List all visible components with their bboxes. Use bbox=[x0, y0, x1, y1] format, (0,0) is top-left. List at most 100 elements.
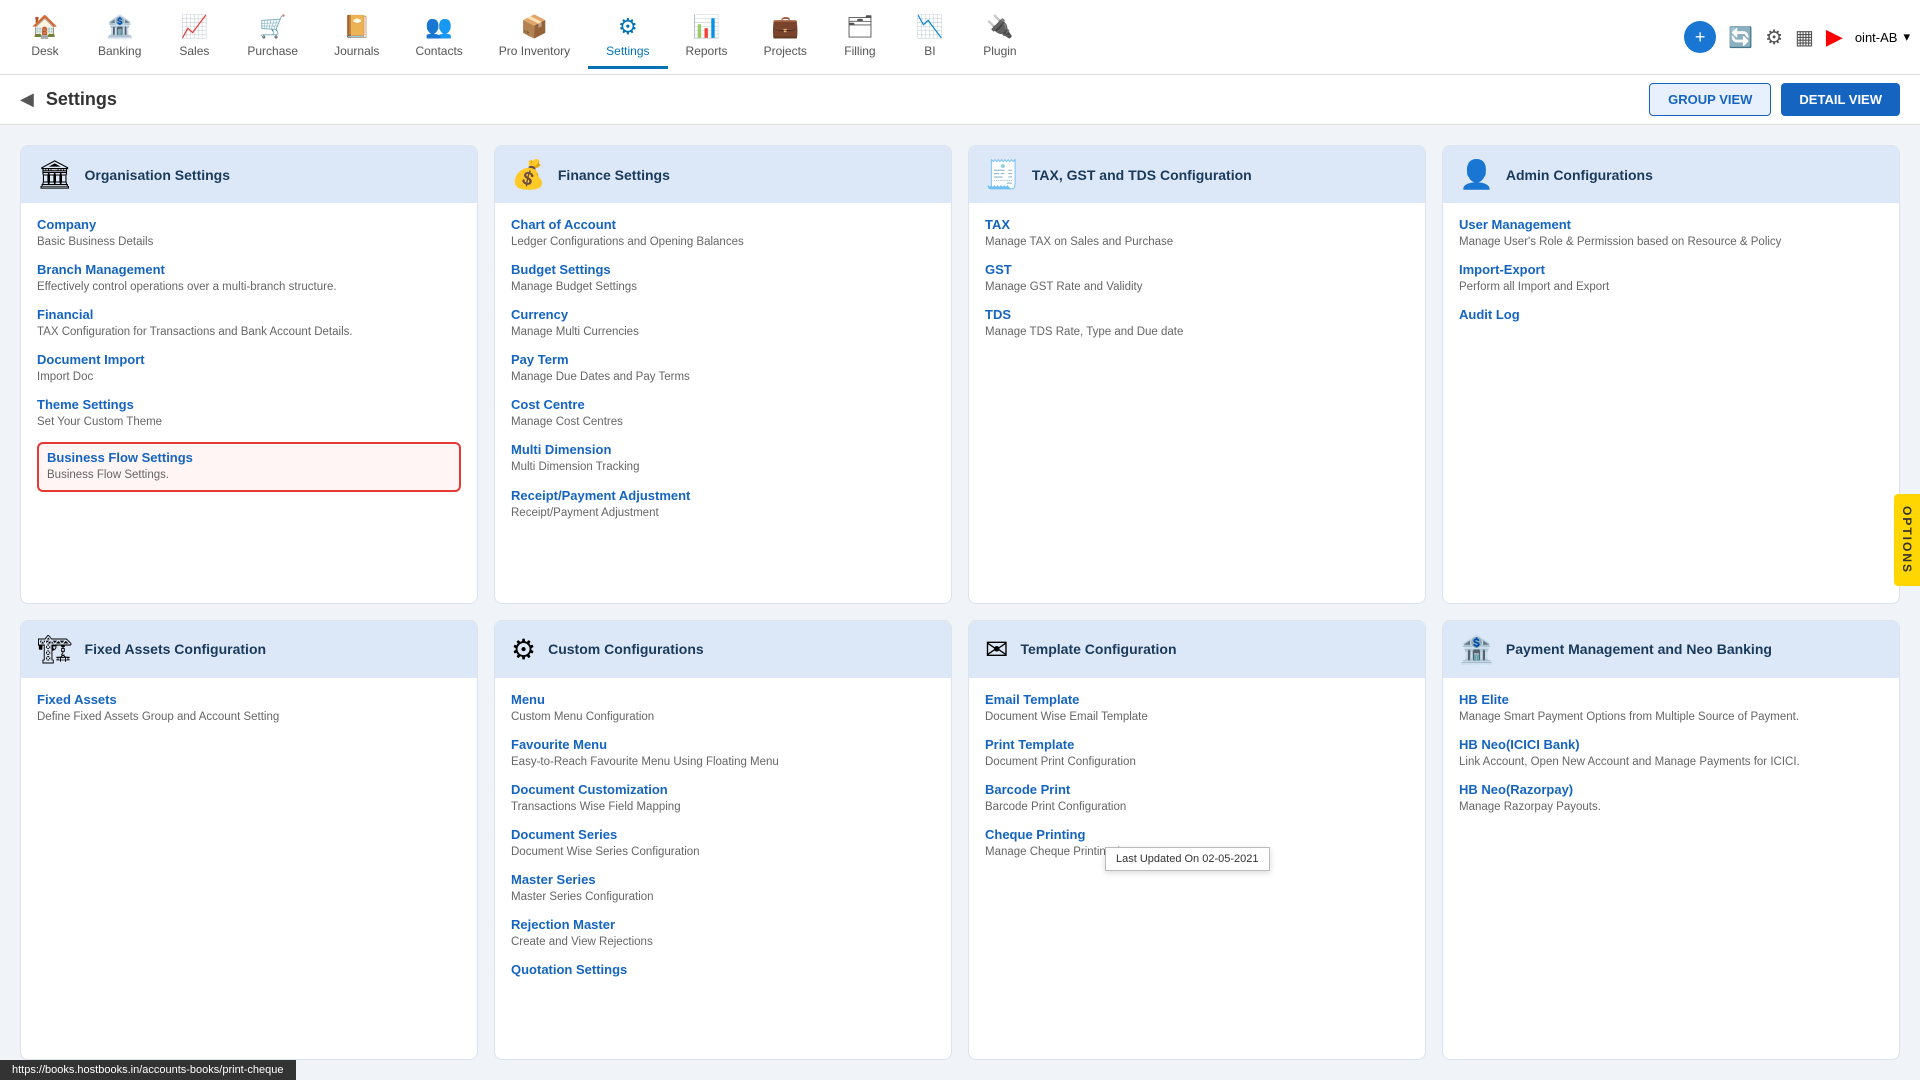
business-flow-settings-link[interactable]: Business Flow Settings bbox=[47, 450, 451, 465]
budget-settings-link[interactable]: Budget Settings bbox=[511, 262, 935, 277]
pay-term-link[interactable]: Pay Term bbox=[511, 352, 935, 367]
chart-of-account-desc: Ledger Configurations and Opening Balanc… bbox=[511, 234, 935, 250]
import-export-link[interactable]: Import-Export bbox=[1459, 262, 1883, 277]
nav-item-contacts[interactable]: 👥 Contacts bbox=[397, 6, 480, 69]
template-config-icon: ✉ bbox=[985, 633, 1008, 666]
user-menu[interactable]: oint-AB ▾ bbox=[1855, 29, 1910, 45]
gst-link[interactable]: GST bbox=[985, 262, 1409, 277]
financial-link[interactable]: Financial bbox=[37, 307, 461, 322]
branch-management-link[interactable]: Branch Management bbox=[37, 262, 461, 277]
nav-item-desk[interactable]: 🏠 Desk bbox=[10, 6, 80, 69]
list-item: TDS Manage TDS Rate, Type and Due date bbox=[985, 307, 1409, 340]
nav-item-journals[interactable]: 📔 Journals bbox=[316, 6, 397, 69]
barcode-print-link[interactable]: Barcode Print bbox=[985, 782, 1409, 797]
cheque-printing-link[interactable]: Cheque Printing bbox=[985, 827, 1409, 842]
cost-centre-link[interactable]: Cost Centre bbox=[511, 397, 935, 412]
nav-item-bi[interactable]: 📉 BI bbox=[895, 6, 965, 69]
youtube-icon[interactable]: ▶ bbox=[1826, 24, 1843, 50]
card-payment-header: 🏦 Payment Management and Neo Banking bbox=[1443, 621, 1899, 678]
fixed-assets-icon: 🏗 bbox=[37, 633, 73, 666]
tds-link[interactable]: TDS bbox=[985, 307, 1409, 322]
hb-neo-icici-link[interactable]: HB Neo(ICICI Bank) bbox=[1459, 737, 1883, 752]
audit-log-link[interactable]: Audit Log bbox=[1459, 307, 1883, 322]
card-fixed-assets-header: 🏗 Fixed Assets Configuration bbox=[21, 621, 477, 678]
nav-item-plugin[interactable]: 🔌 Plugin bbox=[965, 6, 1035, 69]
back-button[interactable]: ◀ bbox=[20, 89, 34, 110]
nav-item-banking[interactable]: 🏦 Banking bbox=[80, 6, 159, 69]
sales-icon: 📈 bbox=[181, 14, 208, 40]
add-button[interactable]: + bbox=[1684, 21, 1716, 53]
list-item: HB Neo(Razorpay) Manage Razorpay Payouts… bbox=[1459, 782, 1883, 815]
detail-view-button[interactable]: DETAIL VIEW bbox=[1781, 83, 1900, 116]
template-configuration-title: Template Configuration bbox=[1020, 641, 1176, 657]
nav-item-filling[interactable]: 🗂 Filling bbox=[825, 6, 895, 69]
list-item: User Management Manage User's Role & Per… bbox=[1459, 217, 1883, 250]
card-template-configuration: ✉ Template Configuration Email Template … bbox=[968, 620, 1426, 1060]
receipt-payment-adjustment-desc: Receipt/Payment Adjustment bbox=[511, 505, 935, 521]
nav-item-purchase[interactable]: 🛒 Purchase bbox=[229, 6, 316, 69]
pro-inventory-icon: 📦 bbox=[521, 14, 548, 40]
card-admin-body: User Management Manage User's Role & Per… bbox=[1443, 203, 1899, 348]
card-payment-body: HB Elite Manage Smart Payment Options fr… bbox=[1443, 678, 1899, 841]
business-flow-settings-item: Business Flow Settings Business Flow Set… bbox=[37, 442, 461, 491]
gear-icon[interactable]: ⚙ bbox=[1765, 25, 1783, 50]
list-item: Receipt/Payment Adjustment Receipt/Payme… bbox=[511, 488, 935, 521]
tax-settings-title: TAX, GST and TDS Configuration bbox=[1032, 167, 1252, 183]
currency-link[interactable]: Currency bbox=[511, 307, 935, 322]
nav-item-reports[interactable]: 📊 Reports bbox=[668, 6, 746, 69]
theme-settings-link[interactable]: Theme Settings bbox=[37, 397, 461, 412]
group-view-button[interactable]: GROUP VIEW bbox=[1649, 83, 1771, 116]
menu-link[interactable]: Menu bbox=[511, 692, 935, 707]
hb-neo-icici-desc: Link Account, Open New Account and Manag… bbox=[1459, 754, 1883, 770]
list-item: HB Elite Manage Smart Payment Options fr… bbox=[1459, 692, 1883, 725]
tax-link[interactable]: TAX bbox=[985, 217, 1409, 232]
nav-item-settings[interactable]: ⚙ Settings bbox=[588, 6, 667, 69]
list-item: Document Customization Transactions Wise… bbox=[511, 782, 935, 815]
chart-of-account-link[interactable]: Chart of Account bbox=[511, 217, 935, 232]
page-title: Settings bbox=[46, 89, 117, 110]
master-series-link[interactable]: Master Series bbox=[511, 872, 935, 887]
user-management-link[interactable]: User Management bbox=[1459, 217, 1883, 232]
quotation-settings-link[interactable]: Quotation Settings bbox=[511, 962, 935, 977]
document-series-link[interactable]: Document Series bbox=[511, 827, 935, 842]
print-template-link[interactable]: Print Template bbox=[985, 737, 1409, 752]
email-template-link[interactable]: Email Template bbox=[985, 692, 1409, 707]
admin-icon: 👤 bbox=[1459, 158, 1494, 191]
nav-label-pro-inventory: Pro Inventory bbox=[499, 44, 570, 58]
list-item: Quotation Settings bbox=[511, 962, 935, 977]
card-custom-configurations: ⚙ Custom Configurations Menu Custom Menu… bbox=[494, 620, 952, 1060]
company-link[interactable]: Company bbox=[37, 217, 461, 232]
desk-icon: 🏠 bbox=[31, 14, 58, 40]
settings-icon: ⚙ bbox=[618, 14, 638, 40]
top-navigation: 🏠 Desk 🏦 Banking 📈 Sales 🛒 Purchase 📔 Jo… bbox=[0, 0, 1920, 75]
nav-label-banking: Banking bbox=[98, 44, 141, 58]
card-template-body: Email Template Document Wise Email Templ… bbox=[969, 678, 1425, 886]
nav-item-projects[interactable]: 💼 Projects bbox=[746, 6, 825, 69]
card-organisation-settings: 🏛 Organisation Settings Company Basic Bu… bbox=[20, 145, 478, 604]
card-finance-body: Chart of Account Ledger Configurations a… bbox=[495, 203, 951, 547]
nav-label-purchase: Purchase bbox=[247, 44, 298, 58]
list-item: Chart of Account Ledger Configurations a… bbox=[511, 217, 935, 250]
list-item: Email Template Document Wise Email Templ… bbox=[985, 692, 1409, 725]
print-template-desc: Document Print Configuration bbox=[985, 754, 1409, 770]
card-tax-body: TAX Manage TAX on Sales and Purchase GST… bbox=[969, 203, 1425, 366]
grid-icon[interactable]: ▦ bbox=[1795, 25, 1814, 50]
document-customization-link[interactable]: Document Customization bbox=[511, 782, 935, 797]
receipt-payment-adjustment-link[interactable]: Receipt/Payment Adjustment bbox=[511, 488, 935, 503]
rejection-master-link[interactable]: Rejection Master bbox=[511, 917, 935, 932]
plugin-icon: 🔌 bbox=[986, 14, 1013, 40]
hb-elite-link[interactable]: HB Elite bbox=[1459, 692, 1883, 707]
fixed-assets-link[interactable]: Fixed Assets bbox=[37, 692, 461, 707]
finance-settings-icon: 💰 bbox=[511, 158, 546, 191]
hb-neo-razorpay-link[interactable]: HB Neo(Razorpay) bbox=[1459, 782, 1883, 797]
currency-desc: Manage Multi Currencies bbox=[511, 324, 935, 340]
favourite-menu-link[interactable]: Favourite Menu bbox=[511, 737, 935, 752]
nav-item-pro-inventory[interactable]: 📦 Pro Inventory bbox=[481, 6, 588, 69]
options-tab[interactable]: OPTIONS bbox=[1894, 494, 1920, 586]
document-import-link[interactable]: Document Import bbox=[37, 352, 461, 367]
sync-icon[interactable]: 🔄 bbox=[1728, 25, 1753, 50]
card-org-body: Company Basic Business Details Branch Ma… bbox=[21, 203, 477, 518]
nav-item-sales[interactable]: 📈 Sales bbox=[159, 6, 229, 69]
multi-dimension-link[interactable]: Multi Dimension bbox=[511, 442, 935, 457]
finance-settings-title: Finance Settings bbox=[558, 167, 670, 183]
